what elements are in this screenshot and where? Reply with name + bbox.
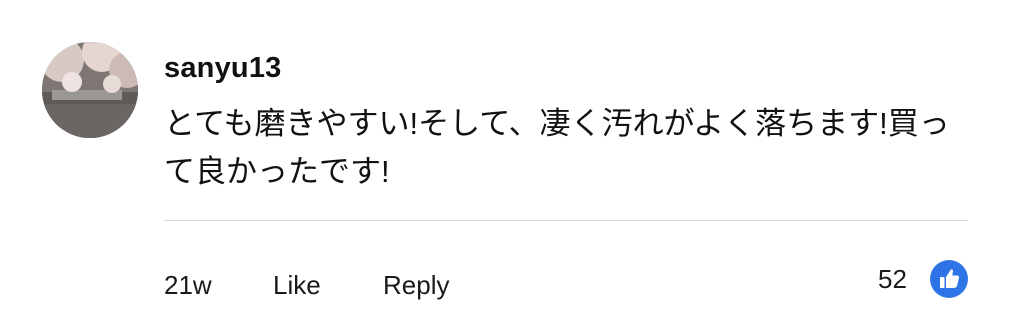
thumbs-up-icon[interactable] [930,260,968,298]
divider [164,220,968,221]
comment-text: とても磨きやすい!そして、凄く汚れがよく落ちます!買って良かったです! [164,106,950,189]
like-count: 52 [878,264,907,294]
avatar[interactable] [42,42,138,138]
avatar-image [42,42,138,138]
like-button[interactable]: Like [273,267,321,303]
reply-button[interactable]: Reply [383,267,449,303]
comment-timestamp: 21w [164,270,212,300]
comment-username[interactable]: sanyu13 [164,48,281,88]
